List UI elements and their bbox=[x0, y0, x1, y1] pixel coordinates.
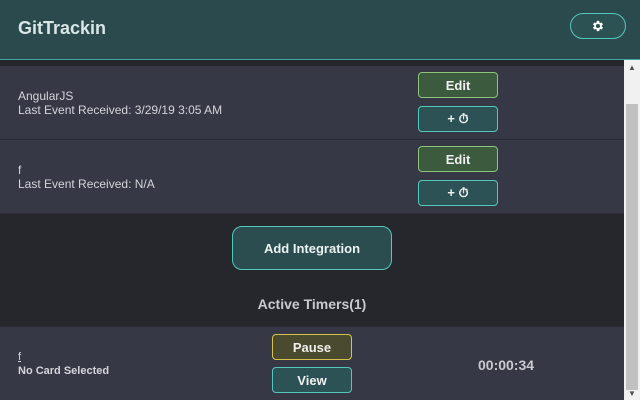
header-bar: GitTrackin bbox=[0, 0, 640, 60]
integration-row: AngularJS Last Event Received: 3/29/19 3… bbox=[0, 66, 624, 140]
main-content: AngularJS Last Event Received: 3/29/19 3… bbox=[0, 60, 624, 400]
edit-button[interactable]: Edit bbox=[418, 72, 498, 98]
view-button[interactable]: View bbox=[272, 367, 352, 393]
add-timer-button[interactable]: + ⏱ bbox=[418, 180, 498, 206]
scrollbar-thumb[interactable] bbox=[626, 104, 638, 390]
timer-name-link[interactable]: f bbox=[18, 351, 21, 363]
active-timers-heading: Active Timers(1) bbox=[257, 296, 367, 312]
gear-icon bbox=[592, 20, 604, 32]
active-timer-row: f No Card Selected Pause View 00:00:34 bbox=[0, 326, 624, 400]
integration-name: AngularJS bbox=[18, 89, 74, 103]
integration-last-event: Last Event Received: 3/29/19 3:05 AM bbox=[18, 103, 223, 117]
scroll-down-arrow-icon[interactable]: ▼ bbox=[624, 386, 640, 400]
pause-button[interactable]: Pause bbox=[272, 334, 352, 360]
timer-elapsed: 00:00:34 bbox=[478, 357, 535, 373]
edit-button[interactable]: Edit bbox=[418, 146, 498, 172]
integration-name: f bbox=[18, 163, 22, 177]
settings-button[interactable] bbox=[570, 13, 626, 39]
integration-last-event: Last Event Received: N/A bbox=[18, 177, 155, 191]
app-window: GitTrackin AngularJS Last Event Received… bbox=[0, 0, 640, 400]
app-title: GitTrackin bbox=[18, 18, 107, 38]
vertical-scrollbar[interactable]: ▲ ▼ bbox=[624, 60, 640, 400]
scroll-up-arrow-icon[interactable]: ▲ bbox=[624, 60, 640, 74]
integration-row: f Last Event Received: N/A Edit + ⏱ bbox=[0, 140, 624, 214]
add-timer-button[interactable]: + ⏱ bbox=[418, 106, 498, 132]
add-integration-button[interactable]: Add Integration bbox=[232, 226, 392, 270]
timer-card-status: No Card Selected bbox=[18, 365, 110, 377]
